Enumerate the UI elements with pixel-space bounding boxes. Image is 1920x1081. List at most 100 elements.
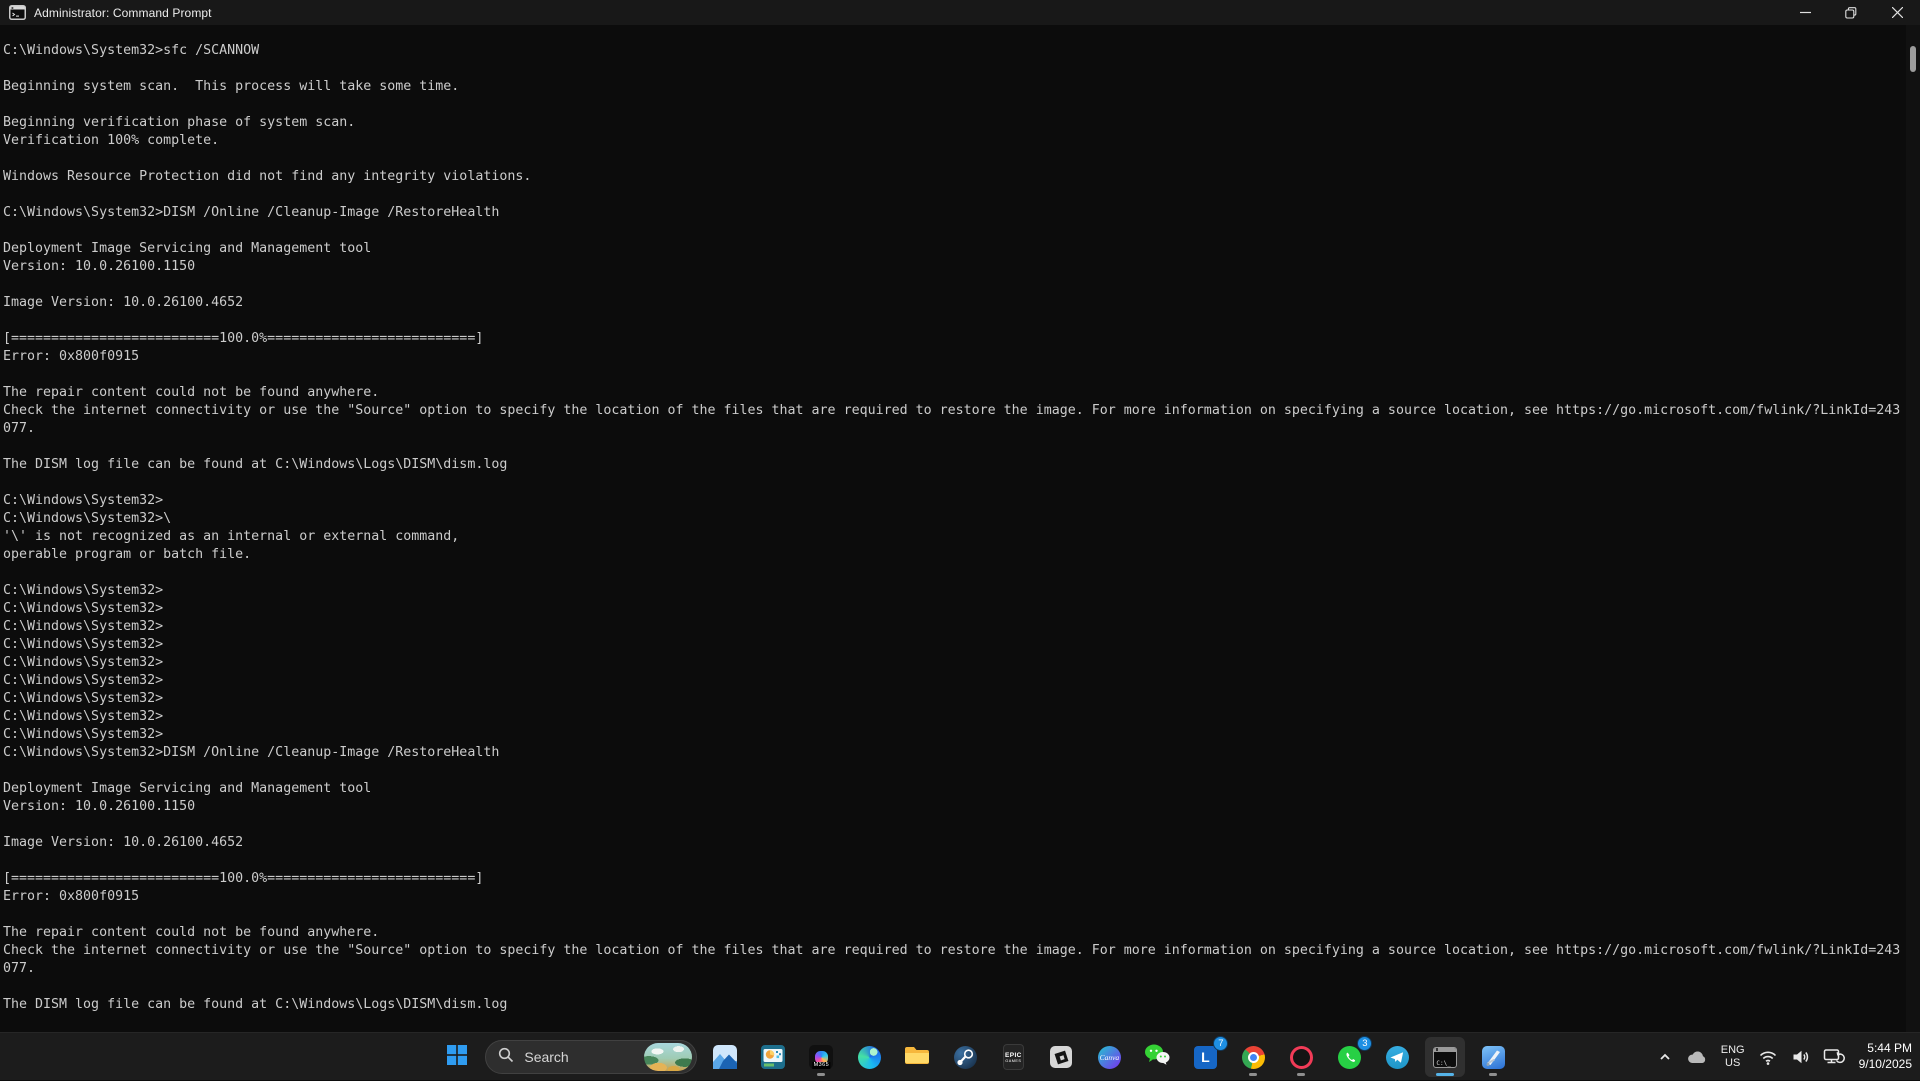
taskbar-item-steam[interactable] [945, 1037, 985, 1077]
terminal-line: C:\Windows\System32> [3, 582, 1906, 600]
onedrive-cloud-icon[interactable] [1686, 1048, 1708, 1066]
taskbar-item-sword-app[interactable] [1473, 1037, 1513, 1077]
taskbar-item-wechat[interactable] [1137, 1037, 1177, 1077]
volume-icon[interactable] [1791, 1048, 1810, 1066]
terminal-line [3, 978, 1906, 996]
tray-chevron-up-icon[interactable] [1657, 1049, 1673, 1065]
terminal-line: C:\Windows\System32> [3, 654, 1906, 672]
roblox-icon [1050, 1046, 1072, 1068]
terminal-line: Deployment Image Servicing and Managemen… [3, 240, 1906, 258]
taskbar-item-l-app[interactable]: L 7 [1185, 1037, 1225, 1077]
windows-update-icon[interactable] [1823, 1048, 1846, 1067]
taskbar-item-m365-copilot[interactable]: M365 [801, 1037, 841, 1077]
windows-logo-icon [446, 1044, 468, 1071]
bing-daily-image[interactable] [644, 1043, 692, 1071]
m365-copilot-icon: M365 [809, 1045, 833, 1069]
titlebar: Administrator: Command Prompt [0, 0, 1920, 25]
taskbar-item-roblox[interactable] [1041, 1037, 1081, 1077]
terminal-line: C:\Windows\System32>DISM /Online /Cleanu… [3, 744, 1906, 762]
running-indicator [817, 1073, 825, 1076]
terminal-line [3, 816, 1906, 834]
close-button[interactable] [1874, 0, 1920, 25]
terminal-line [3, 276, 1906, 294]
terminal-output[interactable]: C:\Windows\System32>sfc /SCANNOWBeginnin… [0, 25, 1906, 1032]
terminal-line [3, 312, 1906, 330]
terminal-line: C:\Windows\System32> [3, 492, 1906, 510]
terminal-line [3, 186, 1906, 204]
running-indicator [1297, 1073, 1305, 1076]
terminal-line: C:\Windows\System32> [3, 690, 1906, 708]
terminal-line: C:\Windows\System32>sfc /SCANNOW [3, 42, 1906, 60]
terminal-line: C:\Windows\System32> [3, 726, 1906, 744]
taskbar-item-telegram[interactable] [1377, 1037, 1417, 1077]
tray-clock[interactable]: 5:44 PM 9/10/2025 [1859, 1041, 1912, 1072]
window-controls [1782, 0, 1920, 25]
scrollbar[interactable] [1906, 25, 1920, 1032]
terminal-line: Deployment Image Servicing and Managemen… [3, 780, 1906, 798]
language-indicator[interactable]: ENG US [1721, 1044, 1745, 1070]
photos-icon [713, 1045, 737, 1069]
search-input[interactable]: Search [485, 1040, 697, 1074]
running-indicator [1489, 1073, 1497, 1076]
wifi-icon[interactable] [1758, 1048, 1778, 1066]
task-manager-icon [761, 1045, 785, 1069]
taskbar-item-command-prompt[interactable]: C:\_ [1425, 1037, 1465, 1077]
taskbar-item-task-manager[interactable] [753, 1037, 793, 1077]
minimize-button[interactable] [1782, 0, 1828, 25]
terminal-line: Windows Resource Protection did not find… [3, 168, 1906, 186]
terminal-line: C:\Windows\System32> [3, 636, 1906, 654]
taskbar-item-edge[interactable] [849, 1037, 889, 1077]
l-app-icon: L [1194, 1046, 1217, 1069]
scrollbar-thumb[interactable] [1910, 46, 1916, 72]
command-prompt-icon: C:\_ [1433, 1047, 1457, 1068]
terminal-line: Image Version: 10.0.26100.4652 [3, 294, 1906, 312]
terminal-line [3, 366, 1906, 384]
taskbar-item-file-explorer[interactable] [897, 1037, 937, 1077]
tray-time: 5:44 PM [1859, 1041, 1912, 1057]
taskbar-item-epic-games[interactable]: EPIC GAMES [993, 1037, 1033, 1077]
terminal-line: Error: 0x800f0915 [3, 888, 1906, 906]
terminal-line [3, 150, 1906, 168]
steam-icon [954, 1046, 977, 1069]
taskbar-item-photos[interactable] [705, 1037, 745, 1077]
terminal-line: The DISM log file can be found at C:\Win… [3, 996, 1906, 1014]
file-explorer-icon [904, 1044, 930, 1071]
terminal-line: Check the internet connectivity or use t… [3, 942, 1906, 960]
terminal-line [3, 564, 1906, 582]
telegram-icon [1386, 1046, 1409, 1069]
terminal-line [3, 762, 1906, 780]
terminal-line: C:\Windows\System32> [3, 708, 1906, 726]
taskbar-item-canva[interactable]: Canva [1089, 1037, 1129, 1077]
system-tray: ENG US [1657, 1033, 1912, 1081]
epic-games-icon: EPIC GAMES [1003, 1044, 1024, 1070]
taskbar-item-whatsapp[interactable]: 3 [1329, 1037, 1369, 1077]
terminal-line: The DISM log file can be found at C:\Win… [3, 456, 1906, 474]
terminal-line: Version: 10.0.26100.1150 [3, 258, 1906, 276]
sword-app-icon [1482, 1046, 1505, 1069]
terminal-line: C:\Windows\System32> [3, 618, 1906, 636]
chrome-icon [1242, 1046, 1265, 1069]
running-indicator [1249, 1073, 1257, 1076]
canva-icon: Canva [1098, 1046, 1121, 1069]
start-button[interactable] [437, 1037, 477, 1077]
taskbar-item-chrome[interactable] [1233, 1037, 1273, 1077]
l-app-notification-badge: 7 [1213, 1036, 1228, 1051]
whatsapp-notification-badge: 3 [1357, 1036, 1372, 1051]
active-running-indicator [1436, 1073, 1454, 1076]
terminal-line: '\' is not recognized as an internal or … [3, 528, 1906, 546]
window-title: Administrator: Command Prompt [34, 6, 212, 20]
taskbar-item-opera-gx[interactable] [1281, 1037, 1321, 1077]
whatsapp-icon [1338, 1046, 1361, 1069]
terminal-line: 077. [3, 960, 1906, 978]
edge-icon [858, 1046, 881, 1069]
terminal-line: [==========================100.0%=======… [3, 870, 1906, 888]
terminal-line [3, 222, 1906, 240]
terminal-line: The repair content could not be found an… [3, 924, 1906, 942]
taskbar-center: Search [437, 1033, 1513, 1081]
terminal-line: Check the internet connectivity or use t… [3, 402, 1906, 420]
search-icon [498, 1047, 514, 1068]
restore-button[interactable] [1828, 0, 1874, 25]
terminal-line: C:\Windows\System32>DISM /Online /Cleanu… [3, 204, 1906, 222]
search-placeholder: Search [524, 1049, 634, 1065]
terminal-line: C:\Windows\System32>\ [3, 510, 1906, 528]
